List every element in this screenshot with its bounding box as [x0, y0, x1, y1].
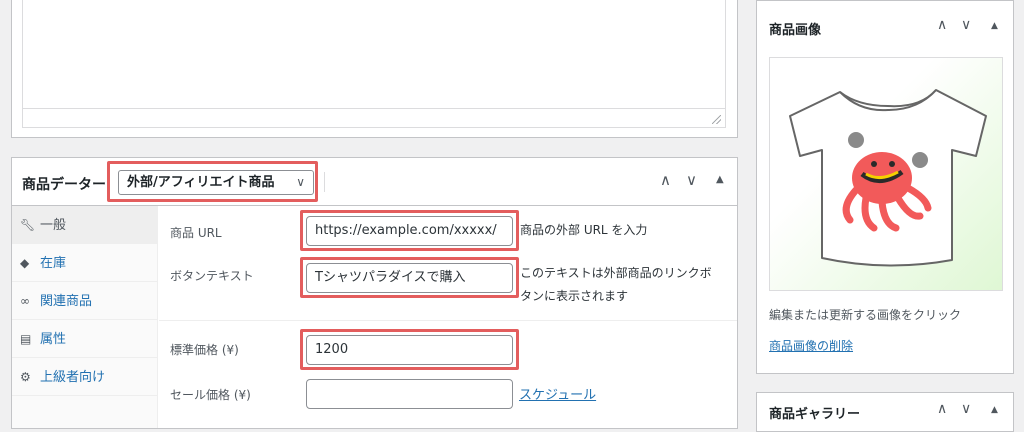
product-image-hint: 編集または更新する画像をクリック [769, 308, 962, 322]
header-separator [324, 172, 325, 192]
move-up-icon[interactable]: ∧ [937, 401, 947, 417]
product-image-title: 商品画像 [769, 23, 822, 38]
product-url-description: 商品の外部 URL を入力 [520, 223, 648, 237]
product-gallery-title: 商品ギャラリー [769, 407, 861, 422]
product-type-select[interactable]: 外部/アフィリエイト商品 ∨ [118, 170, 314, 195]
panel-title: 商品データー [22, 177, 106, 193]
product-image[interactable] [769, 57, 1003, 291]
regular-price-input[interactable]: 1200 [306, 335, 513, 365]
pricing-divider [159, 320, 737, 321]
tab-advanced[interactable]: ⚙ 上級者向け [12, 358, 158, 396]
product-image-box: 商品画像 ∧ ∨ ▲ 編集または更新する画像をクリック 商品画像の削除 [756, 0, 1014, 374]
move-down-icon[interactable]: ∨ [686, 171, 697, 189]
product-url-input[interactable]: https://example.com/xxxxx/ [306, 216, 513, 246]
button-text-input[interactable]: Tシャツパラダイスで購入 [306, 263, 513, 293]
gear-icon: ⚙ [20, 370, 31, 384]
tab-linked-products[interactable]: ∞ 関連商品 [12, 282, 158, 320]
tshirt-octopus-illustration [789, 89, 987, 267]
product-gallery-box: 商品ギャラリー ∧ ∨ ▲ [756, 392, 1014, 432]
tab-inventory[interactable]: ◆ 在庫 [12, 244, 158, 282]
toggle-panel-icon[interactable]: ▲ [716, 174, 724, 185]
product-data-tabs: 🔧︎ 一般 ◆ 在庫 ∞ 関連商品 ▤ 属性 ⚙ 上級者向け [12, 206, 158, 428]
button-text-label: ボタンテキスト [170, 269, 254, 283]
table-icon: ▤ [20, 332, 32, 346]
move-up-icon[interactable]: ∧ [937, 17, 947, 33]
wrench-icon: 🔧︎ [20, 218, 36, 232]
remove-product-image-link[interactable]: 商品画像の削除 [769, 337, 853, 354]
toggle-panel-icon[interactable]: ▲ [991, 405, 998, 415]
editor-status-bar [23, 108, 725, 127]
sale-price-input[interactable] [306, 379, 513, 409]
link-icon: ∞ [20, 294, 30, 308]
panel-header: 商品データー 外部/アフィリエイト商品 ∨ ∧ ∨ ▲ [12, 158, 737, 206]
move-down-icon[interactable]: ∨ [961, 401, 971, 417]
regular-price-label: 標準価格 (¥) [170, 343, 239, 357]
button-text-description-line1: このテキストは外部商品のリンクボ [520, 266, 712, 280]
product-url-label: 商品 URL [170, 226, 222, 240]
product-data-panel: 商品データー 外部/アフィリエイト商品 ∨ ∧ ∨ ▲ 🔧︎ 一般 ◆ 在庫 ∞ 関連… [11, 157, 738, 429]
sale-price-label: セール価格 (¥) [170, 388, 251, 402]
move-up-icon[interactable]: ∧ [660, 171, 671, 189]
move-down-icon[interactable]: ∨ [961, 17, 971, 33]
tab-attributes[interactable]: ▤ 属性 [12, 320, 158, 358]
tag-icon: ◆ [20, 256, 30, 270]
schedule-link[interactable]: スケジュール [519, 384, 596, 403]
tab-general[interactable]: 🔧︎ 一般 [12, 206, 158, 244]
button-text-description-line2: タンに表示されます [520, 289, 629, 303]
chevron-down-icon: ∨ [296, 175, 305, 189]
toggle-panel-icon[interactable]: ▲ [991, 21, 998, 31]
